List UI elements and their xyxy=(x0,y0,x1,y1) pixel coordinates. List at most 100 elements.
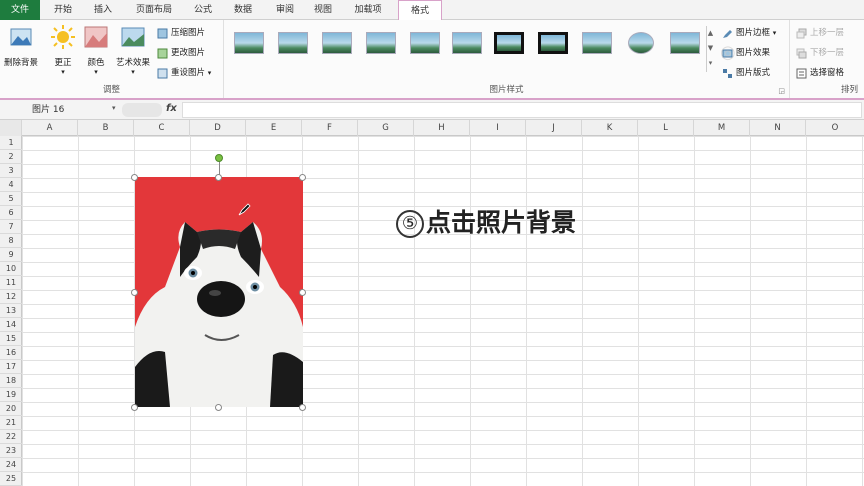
style-thumb-2[interactable] xyxy=(278,32,308,54)
name-box[interactable]: 图片 16 xyxy=(28,103,120,117)
styles-gallery-scroll[interactable]: ▲ ▼ ▾ xyxy=(706,26,714,72)
column-header-h[interactable]: H xyxy=(414,120,470,136)
style-thumb-11[interactable] xyxy=(670,32,700,54)
selection-pane-button[interactable]: 选择窗格 xyxy=(796,64,844,82)
tab-insert[interactable]: 插入 xyxy=(86,0,120,20)
column-header-f[interactable]: F xyxy=(302,120,358,136)
row-header[interactable]: 22 xyxy=(0,430,22,444)
column-header-n[interactable]: N xyxy=(750,120,806,136)
compress-pictures-button[interactable]: 压缩图片 xyxy=(157,24,205,42)
resize-handle-left[interactable] xyxy=(131,289,138,296)
reset-picture-button[interactable]: 重设图片 ▾ xyxy=(157,64,211,82)
ribbon-tab-strip: 文件 开始 插入 页面布局 公式 数据 审阅 视图 加载项 格式 xyxy=(0,0,864,21)
row-header[interactable]: 14 xyxy=(0,318,22,332)
column-header-b[interactable]: B xyxy=(78,120,134,136)
resize-handle-top-right[interactable] xyxy=(299,174,306,181)
column-header-k[interactable]: K xyxy=(582,120,638,136)
style-thumb-4[interactable] xyxy=(366,32,396,54)
fx-button[interactable]: fx xyxy=(166,103,177,114)
compress-label: 压缩图片 xyxy=(171,28,206,38)
column-header-g[interactable]: G xyxy=(358,120,414,136)
selected-picture[interactable] xyxy=(135,177,303,407)
column-header-o[interactable]: O xyxy=(806,120,864,136)
tab-review[interactable]: 审阅 xyxy=(268,0,302,20)
column-header-e[interactable]: E xyxy=(246,120,302,136)
row-header[interactable]: 6 xyxy=(0,206,22,220)
style-thumb-3[interactable] xyxy=(322,32,352,54)
row-header[interactable]: 23 xyxy=(0,444,22,458)
style-thumb-6[interactable] xyxy=(452,32,482,54)
picture-styles-group-label: 图片样式 xyxy=(489,85,524,95)
row-header[interactable]: 4 xyxy=(0,178,22,192)
row-header[interactable]: 18 xyxy=(0,374,22,388)
correct-button[interactable]: 更正 ▾ xyxy=(50,24,76,76)
tab-addins[interactable]: 加载项 xyxy=(344,0,392,20)
column-header-i[interactable]: I xyxy=(470,120,526,136)
row-header[interactable]: 17 xyxy=(0,360,22,374)
resize-handle-bottom-left[interactable] xyxy=(131,404,138,411)
dialog-launcher-icon[interactable]: ◲ xyxy=(778,87,785,95)
resize-handle-top-left[interactable] xyxy=(131,174,138,181)
resize-handle-top[interactable] xyxy=(215,174,222,181)
style-thumb-5[interactable] xyxy=(410,32,440,54)
layout-icon xyxy=(723,69,732,78)
row-header[interactable]: 21 xyxy=(0,416,22,430)
send-backward-label: 下移一层 xyxy=(810,48,845,58)
change-picture-button[interactable]: 更改图片 xyxy=(157,44,205,62)
tab-formulas[interactable]: 公式 xyxy=(186,0,220,20)
row-header[interactable]: 24 xyxy=(0,458,22,472)
picture-border-button[interactable]: 图片边框 ▾ xyxy=(722,24,776,42)
style-thumb-7[interactable] xyxy=(494,32,524,54)
column-header-c[interactable]: C xyxy=(134,120,190,136)
row-header[interactable]: 19 xyxy=(0,388,22,402)
row-header[interactable]: 12 xyxy=(0,290,22,304)
tab-view[interactable]: 视图 xyxy=(306,0,340,20)
tab-home[interactable]: 开始 xyxy=(40,0,86,20)
formula-input[interactable] xyxy=(182,102,862,118)
send-backward-button[interactable]: 下移一层 xyxy=(796,44,844,62)
column-header-j[interactable]: J xyxy=(526,120,582,136)
column-header-m[interactable]: M xyxy=(694,120,750,136)
formula-bar-handle[interactable] xyxy=(122,103,162,117)
column-header-a[interactable]: A xyxy=(22,120,78,136)
tab-page-layout[interactable]: 页面布局 xyxy=(126,0,182,20)
tab-data[interactable]: 数据 xyxy=(226,0,260,20)
style-thumb-8[interactable] xyxy=(538,32,568,54)
style-thumb-10[interactable] xyxy=(628,32,654,54)
art-effects-button[interactable]: 艺术效果 ▾ xyxy=(112,24,154,76)
row-header[interactable]: 11 xyxy=(0,276,22,290)
column-header-d[interactable]: D xyxy=(190,120,246,136)
picture-layout-button[interactable]: 图片版式 xyxy=(722,64,770,82)
adjust-group: 删除背景 更正 ▾ 颜色 ▾ 艺术效果 ▾ 压缩图片 更改图片 重设图片 ▾ 调… xyxy=(0,20,224,98)
tab-format[interactable]: 格式 xyxy=(398,0,442,21)
picture-layout-label: 图片版式 xyxy=(736,68,771,78)
remove-background-button[interactable]: 删除背景 xyxy=(0,24,42,68)
style-thumb-1[interactable] xyxy=(234,32,264,54)
style-thumb-9[interactable] xyxy=(582,32,612,54)
rotation-handle[interactable] xyxy=(215,154,223,162)
row-header[interactable]: 15 xyxy=(0,332,22,346)
husky-photo xyxy=(135,222,303,407)
row-header[interactable]: 5 xyxy=(0,192,22,206)
row-header[interactable]: 7 xyxy=(0,220,22,234)
resize-handle-bottom[interactable] xyxy=(215,404,222,411)
row-header[interactable]: 16 xyxy=(0,346,22,360)
row-header[interactable]: 10 xyxy=(0,262,22,276)
row-header[interactable]: 13 xyxy=(0,304,22,318)
row-header[interactable]: 9 xyxy=(0,248,22,262)
select-all-corner[interactable] xyxy=(0,120,22,136)
row-header[interactable]: 25 xyxy=(0,472,22,486)
row-header[interactable]: 2 xyxy=(0,150,22,164)
bring-forward-button[interactable]: 上移一层 xyxy=(796,24,844,42)
tab-file[interactable]: 文件 xyxy=(0,0,40,20)
row-header[interactable]: 20 xyxy=(0,402,22,416)
row-header[interactable]: 8 xyxy=(0,234,22,248)
row-header[interactable]: 3 xyxy=(0,164,22,178)
column-header-l[interactable]: L xyxy=(638,120,694,136)
resize-handle-bottom-right[interactable] xyxy=(299,404,306,411)
compress-icon xyxy=(157,28,168,39)
resize-handle-right[interactable] xyxy=(299,289,306,296)
color-button[interactable]: 颜色 ▾ xyxy=(82,24,110,76)
name-box-dropdown-icon[interactable]: ▾ xyxy=(112,104,116,112)
row-header[interactable]: 1 xyxy=(0,136,22,150)
